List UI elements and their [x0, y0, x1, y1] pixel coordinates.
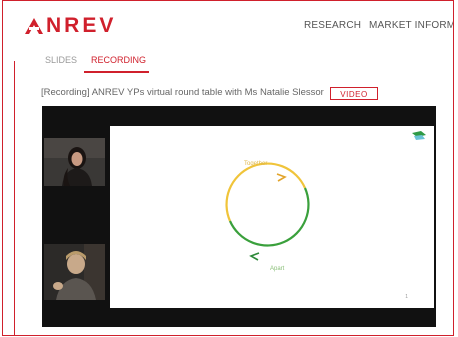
page-frame: NREV RESEARCH MARKET INFORMATIC SLIDES R…: [2, 0, 454, 336]
cycle-label-bottom: Apart: [270, 266, 285, 272]
presentation-slide: Together Apart 1: [110, 126, 434, 308]
cycle-diagram: [225, 162, 310, 261]
active-tab-indicator: [84, 71, 149, 73]
logo-a-icon: [25, 18, 43, 34]
video-player[interactable]: Together Apart 1: [42, 106, 436, 327]
slide-page-number: 1: [405, 294, 408, 300]
person-icon: [44, 244, 105, 300]
participant-video-2: [44, 244, 105, 300]
content-border: [14, 61, 15, 335]
cycle-arc-bottom: [228, 187, 310, 247]
arrow-left-icon: [249, 252, 260, 261]
participant-video-1: [44, 138, 105, 186]
video-badge[interactable]: VIDEO: [330, 87, 378, 100]
person-icon: [44, 138, 105, 186]
tab-slides[interactable]: SLIDES: [45, 55, 77, 65]
recording-title: [Recording] ANREV YPs virtual round tabl…: [41, 87, 324, 98]
nav-research[interactable]: RESEARCH: [304, 20, 361, 31]
tab-recording[interactable]: RECORDING: [91, 55, 146, 65]
top-bar: NREV RESEARCH MARKET INFORMATIC: [3, 1, 453, 51]
logo-text: NREV: [46, 14, 117, 37]
nav-market-information[interactable]: MARKET INFORMATIC: [369, 20, 453, 31]
cycle-label-top: Together: [244, 161, 268, 167]
arrow-right-icon: [276, 173, 287, 182]
anrev-logo[interactable]: NREV: [25, 14, 117, 37]
cycle-arc-top: [225, 162, 307, 222]
